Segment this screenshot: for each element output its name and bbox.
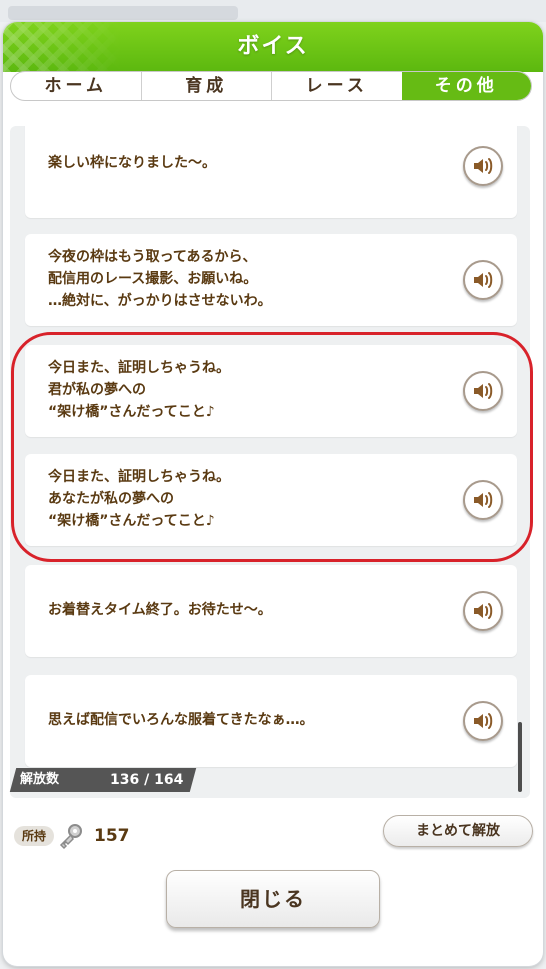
owned-count: 157 [94, 826, 130, 846]
play-voice-button[interactable] [463, 701, 503, 741]
voice-text: お着替えタイム終了。お待たせ～。 [48, 602, 272, 618]
speaker-icon [474, 158, 493, 174]
voice-item: 今日また、証明しちゃうね。 あなたが私の夢への “架け橋”さんだってこと♪ [25, 454, 517, 546]
dialog-title: ボイス [237, 34, 309, 59]
voice-item: お着替えタイム終了。お待たせ～。 [25, 565, 517, 657]
scrollbar-thumb[interactable] [518, 722, 522, 792]
voice-text: 今日また、証明しちゃうね。 あなたが私の夢への “架け橋”さんだってこと♪ [48, 469, 230, 529]
owned-label: 所持 [14, 826, 54, 846]
voice-item: 今夜の枠はもう取ってあるから、 配信用のレース撮影、お願いね。 …絶対に、がっか… [25, 234, 517, 326]
background-blur [8, 6, 238, 20]
play-voice-button[interactable] [463, 591, 503, 631]
play-voice-button[interactable] [463, 146, 503, 186]
key-icon [59, 824, 82, 850]
voice-text: 今夜の枠はもう取ってあるから、 配信用のレース撮影、お願いね。 …絶対に、がっか… [48, 249, 272, 309]
voice-text: 思えば配信でいろんな服着てきたなぁ…。 [48, 712, 314, 728]
play-voice-button[interactable] [463, 260, 503, 300]
play-voice-button[interactable] [463, 480, 503, 520]
speaker-icon [474, 603, 493, 619]
close-button[interactable]: 閉じる [166, 870, 380, 928]
speaker-icon [474, 383, 493, 399]
voice-item: 思えば配信でいろんな服着てきたなぁ…。 [25, 675, 517, 767]
tab-training[interactable]: 育成 [140, 72, 272, 100]
play-voice-button[interactable] [463, 371, 503, 411]
tab-race[interactable]: レース [271, 72, 402, 100]
dialog-header: ボイス [3, 22, 543, 72]
voice-list[interactable]: 楽しい枠になりました～。 今夜の枠はもう取ってあるから、 配信用のレース撮影、お… [10, 126, 530, 798]
released-count: 136 / 164 [110, 772, 184, 788]
release-all-button[interactable]: まとめて解放 [383, 815, 533, 847]
released-label: 解放数 [20, 772, 60, 787]
voice-text: 楽しい枠になりました～。 [48, 155, 216, 171]
category-tabs: ホーム 育成 レース その他 [10, 71, 532, 101]
voice-text: 今日また、証明しちゃうね。 君が私の夢への “架け橋”さんだってこと♪ [48, 360, 230, 420]
speaker-icon [474, 272, 493, 288]
tab-other[interactable]: その他 [401, 72, 531, 100]
tab-home[interactable]: ホーム [11, 72, 141, 100]
background-strip [0, 0, 546, 22]
voice-item: 楽しい枠になりました～。 [25, 126, 517, 218]
speaker-icon [474, 492, 493, 508]
speaker-icon [474, 713, 493, 729]
voice-item: 今日また、証明しちゃうね。 君が私の夢への “架け橋”さんだってこと♪ [25, 345, 517, 437]
